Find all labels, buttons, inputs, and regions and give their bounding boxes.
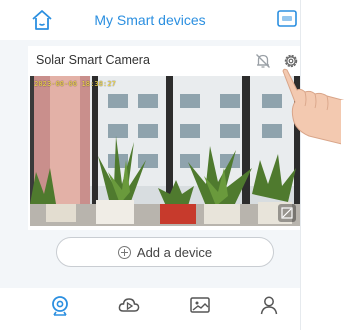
cloud-play-icon[interactable] [118, 294, 140, 316]
header-bar: My Smart devices [0, 0, 300, 40]
camera-card[interactable]: Solar Smart Camera 2023-06-06 18:38:27 [28, 46, 300, 230]
plus-circle-icon [117, 245, 131, 259]
bell-off-icon[interactable] [254, 52, 272, 70]
add-device-button[interactable]: Add a device [56, 237, 274, 267]
app-screen: My Smart devices Solar Smart Camera 2023… [0, 0, 301, 330]
pointing-hand-illustration [281, 66, 350, 152]
message-icon[interactable] [276, 9, 298, 29]
bottom-nav [0, 288, 300, 330]
page-title: My Smart devices [94, 12, 206, 28]
camera-name: Solar Smart Camera [36, 53, 150, 67]
add-device-label: Add a device [136, 244, 213, 260]
user-icon[interactable] [258, 294, 280, 316]
album-icon[interactable] [189, 294, 211, 316]
camera-search-icon[interactable] [50, 294, 72, 316]
feed-timestamp: 2023-06-06 18:38:27 [34, 80, 116, 88]
fullscreen-icon[interactable] [278, 204, 296, 222]
camera-live-feed[interactable]: 2023-06-06 18:38:27 [30, 76, 300, 226]
